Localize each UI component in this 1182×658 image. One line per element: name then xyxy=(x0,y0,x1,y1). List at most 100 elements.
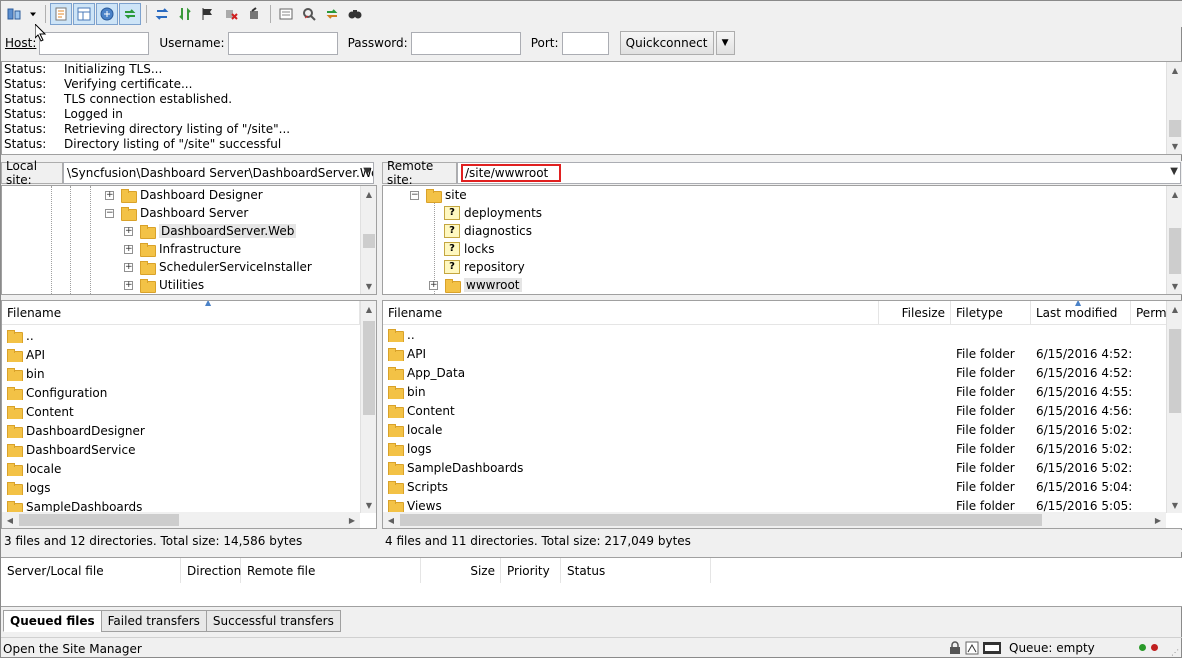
remote-list-scrollbar[interactable]: ▲ ▼ xyxy=(1166,301,1182,513)
remote-tree-node[interactable]: + wwwroot xyxy=(429,276,522,294)
file-row[interactable]: .. xyxy=(383,325,1182,344)
directory-listing-filters-icon[interactable] xyxy=(275,3,297,25)
column-filetype[interactable]: Filetype xyxy=(951,301,1031,325)
local-tree-node[interactable]: + Utilities xyxy=(124,276,204,294)
queue-column-status[interactable]: Status xyxy=(561,557,711,584)
queue-column-server-local-file[interactable]: Server/Local file xyxy=(1,557,181,584)
queue-list[interactable] xyxy=(1,583,1182,607)
chevron-down-icon[interactable]: ▼ xyxy=(363,166,371,177)
toggle-local-tree-icon[interactable] xyxy=(73,3,95,25)
file-row[interactable]: Content xyxy=(2,402,376,421)
scroll-up-icon[interactable]: ▲ xyxy=(1167,301,1182,317)
site-manager-icon[interactable] xyxy=(3,3,25,25)
column-filename[interactable]: Filename xyxy=(383,301,879,325)
scroll-up-icon[interactable]: ▲ xyxy=(361,186,376,202)
scroll-thumb[interactable] xyxy=(1169,329,1181,413)
username-input[interactable] xyxy=(227,31,338,55)
remote-tree-node[interactable]: − site xyxy=(410,186,467,204)
file-row[interactable]: DashboardService xyxy=(2,440,376,459)
port-input[interactable] xyxy=(561,31,609,55)
resize-grip-icon[interactable]: ⋰ xyxy=(1171,648,1179,657)
file-row[interactable]: locale File folder 6/15/2016 5:02:... xyxy=(383,420,1182,439)
scroll-thumb[interactable] xyxy=(1169,228,1181,274)
quickconnect-history-dropdown[interactable]: ▼ xyxy=(715,31,735,55)
file-row[interactable]: bin File folder 6/15/2016 4:55:... xyxy=(383,382,1182,401)
queue-column-size[interactable]: Size xyxy=(421,557,501,584)
search-files-icon[interactable] xyxy=(344,3,366,25)
chevron-down-icon[interactable]: ▼ xyxy=(1170,166,1178,177)
file-row[interactable]: locale xyxy=(2,459,376,478)
file-row[interactable]: .. xyxy=(2,326,376,345)
column-permissions[interactable]: Perm xyxy=(1131,301,1171,325)
scroll-thumb[interactable] xyxy=(400,514,1042,526)
dropdown-arrow-icon[interactable] xyxy=(26,3,40,25)
queue-column-direction[interactable]: Direction xyxy=(181,557,241,584)
password-input[interactable] xyxy=(410,31,521,55)
file-row[interactable]: Content File folder 6/15/2016 4:56:... xyxy=(383,401,1182,420)
remote-tree-node[interactable]: ? repository xyxy=(444,258,525,276)
disconnect-icon[interactable] xyxy=(220,3,242,25)
remote-tree-scrollbar[interactable]: ▲ ▼ xyxy=(1166,186,1182,294)
remote-tree-node[interactable]: ? diagnostics xyxy=(444,222,532,240)
remote-list-hscrollbar[interactable]: ◀ ▶ xyxy=(383,512,1166,528)
toggle-remote-tree-icon[interactable] xyxy=(96,3,118,25)
message-log[interactable]: Status: Initializing TLS... Status: Verifyi… xyxy=(1,61,1182,155)
binary-mode-icon[interactable] xyxy=(983,642,1001,657)
expand-icon[interactable]: + xyxy=(124,244,133,254)
collapse-icon[interactable]: − xyxy=(410,190,419,200)
queue-column-remote-file[interactable]: Remote file xyxy=(241,557,421,584)
file-row[interactable]: App_Data File folder 6/15/2016 4:52:... xyxy=(383,363,1182,382)
scroll-down-icon[interactable]: ▼ xyxy=(361,497,376,513)
scroll-thumb[interactable] xyxy=(19,514,179,526)
speed-limit-icon[interactable] xyxy=(965,641,979,658)
expand-icon[interactable]: + xyxy=(124,226,133,236)
collapse-icon[interactable]: − xyxy=(105,208,114,218)
local-tree-node[interactable]: − Dashboard Server xyxy=(105,204,248,222)
expand-icon[interactable]: + xyxy=(124,280,133,290)
scroll-thumb[interactable] xyxy=(1169,120,1181,137)
scroll-down-icon[interactable]: ▼ xyxy=(1167,278,1182,294)
queue-column-priority[interactable]: Priority xyxy=(501,557,561,584)
scroll-down-icon[interactable]: ▼ xyxy=(361,278,376,294)
quickconnect-button[interactable]: Quickconnect xyxy=(619,31,714,55)
toggle-queue-icon[interactable] xyxy=(119,3,141,25)
scroll-left-icon[interactable]: ◀ xyxy=(2,512,18,528)
expand-icon[interactable]: + xyxy=(429,280,438,290)
scroll-right-icon[interactable]: ▶ xyxy=(344,512,360,528)
expand-icon[interactable]: + xyxy=(105,190,114,200)
file-row[interactable]: API File folder 6/15/2016 4:52:... xyxy=(383,344,1182,363)
toggle-log-icon[interactable] xyxy=(50,3,72,25)
local-directory-tree[interactable]: + Dashboard Designer − Dashboard Server + Das… xyxy=(1,185,377,295)
file-row[interactable]: logs File folder 6/15/2016 5:02:... xyxy=(383,439,1182,458)
cancel-operation-icon[interactable] xyxy=(197,3,219,25)
refresh-icon[interactable] xyxy=(151,3,173,25)
file-row[interactable]: bin xyxy=(2,364,376,383)
remote-directory-tree[interactable]: − site? deployments? diagnostics? locks? repo… xyxy=(382,185,1182,295)
scroll-right-icon[interactable]: ▶ xyxy=(1150,512,1166,528)
file-row[interactable]: API xyxy=(2,345,376,364)
local-tree-node[interactable]: + SchedulerServiceInstaller xyxy=(124,258,312,276)
column-filename[interactable]: Filename ▲ xyxy=(2,301,360,325)
scroll-down-icon[interactable]: ▼ xyxy=(1167,497,1182,513)
sync-browsing-icon[interactable] xyxy=(321,3,343,25)
local-tree-scrollbar[interactable]: ▲ ▼ xyxy=(360,186,376,294)
remote-site-path-combo[interactable]: /site/wwwroot ▼ xyxy=(457,162,1181,184)
local-tree-node[interactable]: + Dashboard Designer xyxy=(105,186,263,204)
scroll-thumb[interactable] xyxy=(363,321,375,415)
scroll-up-icon[interactable]: ▲ xyxy=(1167,62,1182,78)
scroll-up-icon[interactable]: ▲ xyxy=(1167,186,1182,202)
lock-icon[interactable] xyxy=(949,641,961,658)
local-file-list[interactable]: Filename ▲ .. API bin Configuration Content D… xyxy=(1,300,377,529)
expand-icon[interactable]: + xyxy=(124,262,133,272)
log-scrollbar[interactable]: ▲ ▼ xyxy=(1166,62,1182,154)
remote-tree-node[interactable]: ? deployments xyxy=(444,204,542,222)
file-row[interactable]: DashboardDesigner xyxy=(2,421,376,440)
scroll-up-icon[interactable]: ▲ xyxy=(361,301,376,317)
local-list-hscrollbar[interactable]: ◀ ▶ xyxy=(2,512,360,528)
local-tree-node[interactable]: + Infrastructure xyxy=(124,240,241,258)
tab-queued-files[interactable]: Queued files xyxy=(3,610,102,632)
compare-directories-icon[interactable] xyxy=(298,3,320,25)
remote-tree-node[interactable]: ? locks xyxy=(444,240,494,258)
tab-successful-transfers[interactable]: Successful transfers xyxy=(205,610,341,632)
local-list-scrollbar[interactable]: ▲ ▼ xyxy=(360,301,376,513)
